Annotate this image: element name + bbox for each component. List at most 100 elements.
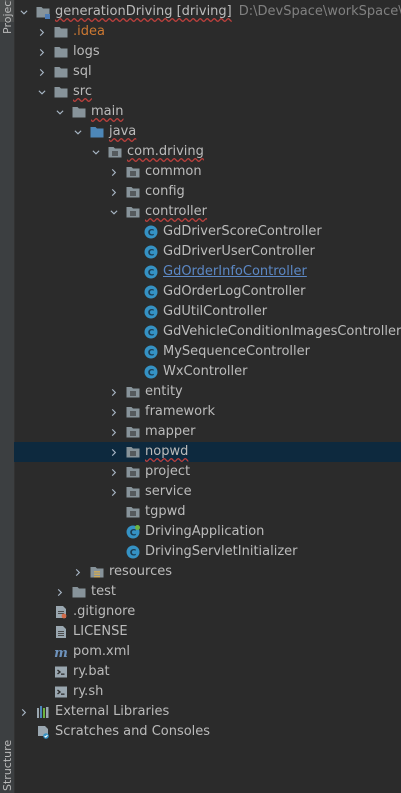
svg-text:C: C: [130, 549, 137, 559]
chevron-right-icon[interactable]: [74, 568, 82, 576]
tree-row[interactable]: ry.bat: [14, 662, 401, 682]
tree-row[interactable]: C MySequenceController: [14, 342, 401, 362]
tree-row[interactable]: LICENSE: [14, 622, 401, 642]
chevron-down-icon[interactable]: [74, 128, 82, 136]
package-icon: [126, 165, 140, 179]
tree-row-label: generationDriving [driving]: [55, 4, 232, 19]
tree-row[interactable]: tgpwd: [14, 502, 401, 522]
package-icon: [126, 485, 140, 499]
chevron-down-icon[interactable]: [92, 148, 100, 156]
tree-row[interactable]: C GdDriverScoreController: [14, 222, 401, 242]
tree-row-label: framework: [145, 404, 216, 419]
chevron-right-icon[interactable]: [110, 168, 118, 176]
tree-row[interactable]: C GdUtilController: [14, 302, 401, 322]
package-icon: [126, 505, 140, 519]
chevron-right-icon[interactable]: [110, 388, 118, 396]
class-icon: C: [144, 325, 158, 339]
chevron-down-icon[interactable]: [38, 88, 46, 96]
tree-row-label: LICENSE: [73, 624, 128, 639]
chevron-right-icon[interactable]: [110, 428, 118, 436]
tree-row[interactable]: nopwd: [14, 442, 401, 462]
svg-text:m: m: [54, 646, 68, 659]
tree-row-label: DrivingServletInitializer: [145, 544, 298, 559]
tree-row[interactable]: src: [14, 82, 401, 102]
tree-row[interactable]: C DrivingApplication: [14, 522, 401, 542]
chevron-right-icon[interactable]: [56, 588, 64, 596]
tree-row[interactable]: controller: [14, 202, 401, 222]
tree-row[interactable]: java: [14, 122, 401, 142]
tree-row[interactable]: C GdOrderLogController: [14, 282, 401, 302]
tree-row[interactable]: config: [14, 182, 401, 202]
tree-row[interactable]: test: [14, 582, 401, 602]
project-tree: generationDriving [driving] D:\DevSpace\w…: [14, 2, 401, 742]
tree-row[interactable]: C GdVehicleConditionImagesController: [14, 322, 401, 342]
class-icon: C: [126, 545, 140, 559]
tree-row[interactable]: resources: [14, 562, 401, 582]
tree-row-label: logs: [73, 44, 100, 59]
chevron-down-icon[interactable]: [110, 208, 118, 216]
svg-text:C: C: [148, 309, 155, 319]
tree-row[interactable]: framework: [14, 402, 401, 422]
tree-row[interactable]: .idea: [14, 22, 401, 42]
tree-row[interactable]: entity: [14, 382, 401, 402]
tree-row[interactable]: ry.sh: [14, 682, 401, 702]
chevron-right-icon[interactable]: [110, 188, 118, 196]
scratches-icon: [36, 725, 50, 739]
class-icon: C: [144, 365, 158, 379]
tree-row-label: .gitignore: [73, 604, 136, 619]
svg-text:C: C: [148, 269, 155, 279]
text-file-icon: [54, 625, 68, 639]
tree-row-label: src: [73, 84, 92, 99]
chevron-right-icon[interactable]: [110, 488, 118, 496]
tree-row[interactable]: m pom.xml: [14, 642, 401, 662]
tree-row[interactable]: mapper: [14, 422, 401, 442]
tree-row[interactable]: External Libraries: [14, 702, 401, 722]
class-icon: C: [144, 305, 158, 319]
tree-row[interactable]: common: [14, 162, 401, 182]
tree-row[interactable]: service: [14, 482, 401, 502]
structure-tool-tab[interactable]: Structure: [0, 735, 14, 793]
maven-file-icon: m: [54, 645, 68, 661]
tree-row-label: sql: [73, 64, 92, 79]
tree-row[interactable]: main: [14, 102, 401, 122]
tree-row-label: common: [145, 164, 202, 179]
tree-row[interactable]: C WxController: [14, 362, 401, 382]
tree-row[interactable]: C GdOrderInfoController: [14, 262, 401, 282]
tree-row-label: External Libraries: [55, 704, 170, 719]
tree-row[interactable]: sql: [14, 62, 401, 82]
tree-row[interactable]: .gitignore: [14, 602, 401, 622]
chevron-right-icon[interactable]: [110, 468, 118, 476]
tree-row[interactable]: project: [14, 462, 401, 482]
folder-icon: [72, 105, 86, 119]
tree-row[interactable]: com.driving: [14, 142, 401, 162]
chevron-right-icon[interactable]: [110, 408, 118, 416]
chevron-right-icon[interactable]: [38, 28, 46, 36]
svg-text:C: C: [148, 349, 155, 359]
svg-text:C: C: [148, 249, 155, 259]
tree-row-label: ry.bat: [73, 664, 110, 679]
tree-row-label: config: [145, 184, 185, 199]
chevron-right-icon[interactable]: [38, 48, 46, 56]
chevron-right-icon[interactable]: [38, 68, 46, 76]
tree-row[interactable]: C GdDriverUserController: [14, 242, 401, 262]
tree-row-label: resources: [109, 564, 173, 579]
tree-row-label: ry.sh: [73, 684, 104, 699]
svg-text:C: C: [148, 369, 155, 379]
spring-class-icon: C: [126, 525, 140, 539]
chevron-right-icon[interactable]: [110, 448, 118, 456]
package-icon: [126, 445, 140, 459]
tree-row[interactable]: generationDriving [driving] D:\DevSpace\w…: [14, 2, 401, 22]
package-icon: [126, 405, 140, 419]
folder-icon: [54, 45, 68, 59]
tree-row-label: tgpwd: [145, 504, 186, 519]
tree-row[interactable]: Scratches and Consoles: [14, 722, 401, 742]
tree-row[interactable]: C DrivingServletInitializer: [14, 542, 401, 562]
chevron-down-icon[interactable]: [56, 108, 64, 116]
chevron-down-icon[interactable]: [20, 8, 28, 16]
project-tool-tab[interactable]: Project: [0, 0, 14, 34]
class-icon: C: [144, 345, 158, 359]
tree-row-label: java: [109, 124, 137, 139]
chevron-right-icon[interactable]: [20, 708, 28, 716]
tree-row[interactable]: logs: [14, 42, 401, 62]
folder-icon: [54, 25, 68, 39]
